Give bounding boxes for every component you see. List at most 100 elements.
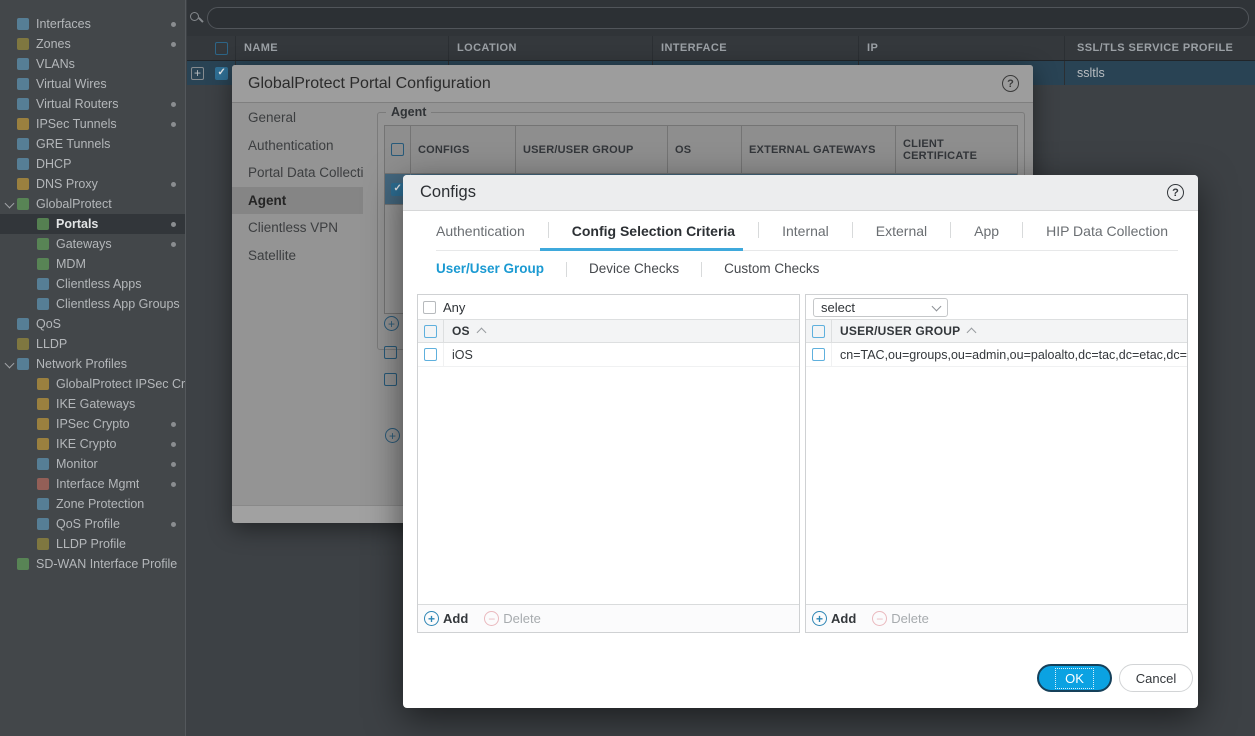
chevron-down-icon[interactable] xyxy=(3,198,16,211)
sidebar-item-globalprotect[interactable]: GlobalProtect xyxy=(0,194,185,214)
agent-column-header[interactable]: OS xyxy=(668,126,742,173)
agent-table-header: CONFIGS USER/USER GROUP OS EXTERNAL GATE… xyxy=(385,126,1017,174)
tab-app[interactable]: App xyxy=(950,211,999,250)
row-ssl-profile-cell: ssltls xyxy=(1064,61,1255,85)
agent-column-header[interactable]: CLIENT CERTIFICATE xyxy=(896,126,1017,173)
mdm-icon xyxy=(37,258,49,270)
user-group-select-all-checkbox[interactable] xyxy=(812,325,825,338)
row-checkbox[interactable] xyxy=(812,348,825,361)
sidebar-item-lldp[interactable]: LLDP xyxy=(0,334,185,354)
sidebar-item-gre-tunnels[interactable]: GRE Tunnels xyxy=(0,134,185,154)
gateways-icon xyxy=(37,238,49,250)
portal-nav-portal-data-collection[interactable]: Portal Data Collectio xyxy=(232,159,363,187)
column-header-ip[interactable]: IP xyxy=(858,36,1064,60)
subtab-custom-checks[interactable]: Custom Checks xyxy=(701,261,819,276)
monitor-icon xyxy=(37,458,49,470)
sidebar-item-sdwan-interface-profile[interactable]: SD-WAN Interface Profile xyxy=(0,554,185,574)
portal-nav-agent[interactable]: Agent xyxy=(232,187,363,215)
add-icon[interactable]: + xyxy=(385,428,400,443)
sidebar-item-vlans[interactable]: VLANs xyxy=(0,54,185,74)
gp-ipsec-crypto-icon xyxy=(37,378,49,390)
os-row[interactable]: iOS xyxy=(418,343,799,367)
search-input[interactable] xyxy=(207,7,1249,29)
user-group-panel: select USER/USER GROUP cn=TAC,ou=groups,… xyxy=(805,294,1188,633)
sidebar-item-lldp-profile[interactable]: LLDP Profile xyxy=(0,534,185,554)
sidebar-item-interfaces[interactable]: Interfaces xyxy=(0,14,185,34)
help-icon[interactable]: ? xyxy=(1002,75,1019,92)
sidebar-item-monitor[interactable]: Monitor xyxy=(0,454,185,474)
sidebar-item-virtual-routers[interactable]: Virtual Routers xyxy=(0,94,185,114)
os-select-all-checkbox[interactable] xyxy=(424,325,437,338)
sort-ascending-icon[interactable] xyxy=(476,328,486,338)
topbar xyxy=(187,0,1255,36)
cancel-button[interactable]: Cancel xyxy=(1119,664,1193,692)
ike-gateways-icon xyxy=(37,398,49,410)
sidebar-item-globalprotect-ipsec-crypto[interactable]: GlobalProtect IPSec Crypto xyxy=(0,374,185,394)
tab-hip-data-collection[interactable]: HIP Data Collection xyxy=(1022,211,1168,250)
sidebar-item-ipsec-crypto[interactable]: IPSec Crypto xyxy=(0,414,185,434)
portal-nav-clientless-vpn[interactable]: Clientless VPN xyxy=(232,214,363,242)
sidebar-item-portals[interactable]: Portals xyxy=(0,214,185,234)
trusted-ca-row-checkbox[interactable] xyxy=(384,373,397,386)
sidebar-item-qos[interactable]: QoS xyxy=(0,314,185,334)
user-group-row[interactable]: cn=TAC,ou=groups,ou=admin,ou=paloalto,dc… xyxy=(806,343,1187,367)
sidebar-item-zones[interactable]: Zones xyxy=(0,34,185,54)
agent-column-header[interactable]: CONFIGS xyxy=(411,126,516,173)
tab-internal[interactable]: Internal xyxy=(758,211,829,250)
chevron-down-icon[interactable] xyxy=(3,358,16,371)
sidebar-item-qos-profile[interactable]: QoS Profile xyxy=(0,514,185,534)
sidebar-item-ike-crypto[interactable]: IKE Crypto xyxy=(0,434,185,454)
column-header-ssl-tls-service-profile[interactable]: SSL/TLS SERVICE PROFILE xyxy=(1064,36,1255,60)
sidebar-item-mdm[interactable]: MDM xyxy=(0,254,185,274)
zone-protection-icon xyxy=(37,498,49,510)
sidebar-item-ike-gateways[interactable]: IKE Gateways xyxy=(0,394,185,414)
sidebar-item-interface-mgmt[interactable]: Interface Mgmt xyxy=(0,474,185,494)
sidebar-item-dns-proxy[interactable]: DNS Proxy xyxy=(0,174,185,194)
sidebar-item-clientless-apps[interactable]: Clientless Apps xyxy=(0,274,185,294)
ok-button[interactable]: OK xyxy=(1037,664,1112,692)
sidebar-item-dhcp[interactable]: DHCP xyxy=(0,154,185,174)
expand-row-icon[interactable]: + xyxy=(191,67,204,80)
sidebar-item-virtual-wires[interactable]: Virtual Wires xyxy=(0,74,185,94)
sidebar-item-zone-protection[interactable]: Zone Protection xyxy=(0,494,185,514)
any-checkbox[interactable] xyxy=(423,301,436,314)
delete-button[interactable]: − Delete xyxy=(872,611,929,626)
column-header-location[interactable]: LOCATION xyxy=(448,36,652,60)
portal-nav-general[interactable]: General xyxy=(232,104,363,132)
tab-external[interactable]: External xyxy=(852,211,927,250)
os-column-header[interactable]: OS xyxy=(452,324,485,338)
row-checkbox[interactable] xyxy=(215,67,228,80)
agent-select-all-checkbox[interactable] xyxy=(391,143,404,156)
column-header-interface[interactable]: INTERFACE xyxy=(652,36,858,60)
agent-column-header[interactable]: EXTERNAL GATEWAYS xyxy=(742,126,896,173)
sidebar-item-clientless-app-groups[interactable]: Clientless App Groups xyxy=(0,294,185,314)
add-button[interactable]: + Add xyxy=(424,611,468,626)
sort-ascending-icon[interactable] xyxy=(967,328,977,338)
portal-nav-satellite[interactable]: Satellite xyxy=(232,242,363,270)
vlans-icon xyxy=(17,58,29,70)
sidebar-item-gateways[interactable]: Gateways xyxy=(0,234,185,254)
sidebar-item-ipsec-tunnels[interactable]: IPSec Tunnels xyxy=(0,114,185,134)
subtab-device-checks[interactable]: Device Checks xyxy=(566,261,679,276)
trusted-ca-row-checkbox[interactable] xyxy=(384,346,397,359)
help-icon[interactable]: ? xyxy=(1167,184,1184,201)
tab-config-selection-criteria[interactable]: Config Selection Criteria xyxy=(548,211,735,250)
sidebar-item-network-profiles[interactable]: Network Profiles xyxy=(0,354,185,374)
tab-authentication[interactable]: Authentication xyxy=(436,211,525,250)
user-group-column-header[interactable]: USER/USER GROUP xyxy=(840,324,975,338)
delete-button[interactable]: − Delete xyxy=(484,611,541,626)
add-button[interactable]: + Add xyxy=(812,611,856,626)
user-group-select[interactable]: select xyxy=(813,298,948,317)
column-header-name[interactable]: NAME xyxy=(235,36,448,60)
portal-dialog-titlebar: GlobalProtect Portal Configuration ? xyxy=(232,65,1033,103)
sidebar: Interfaces Zones VLANs Virtual Wires xyxy=(0,0,186,736)
subtab-user-user-group[interactable]: User/User Group xyxy=(436,261,544,276)
portals-icon xyxy=(37,218,49,230)
agent-column-header[interactable]: USER/USER GROUP xyxy=(516,126,668,173)
agent-section-legend: Agent xyxy=(386,105,431,119)
search-icon xyxy=(190,10,204,26)
portal-nav-authentication[interactable]: Authentication xyxy=(232,132,363,160)
row-checkbox[interactable] xyxy=(424,348,437,361)
select-all-checkbox[interactable] xyxy=(215,42,228,55)
add-icon[interactable]: + xyxy=(384,316,399,331)
